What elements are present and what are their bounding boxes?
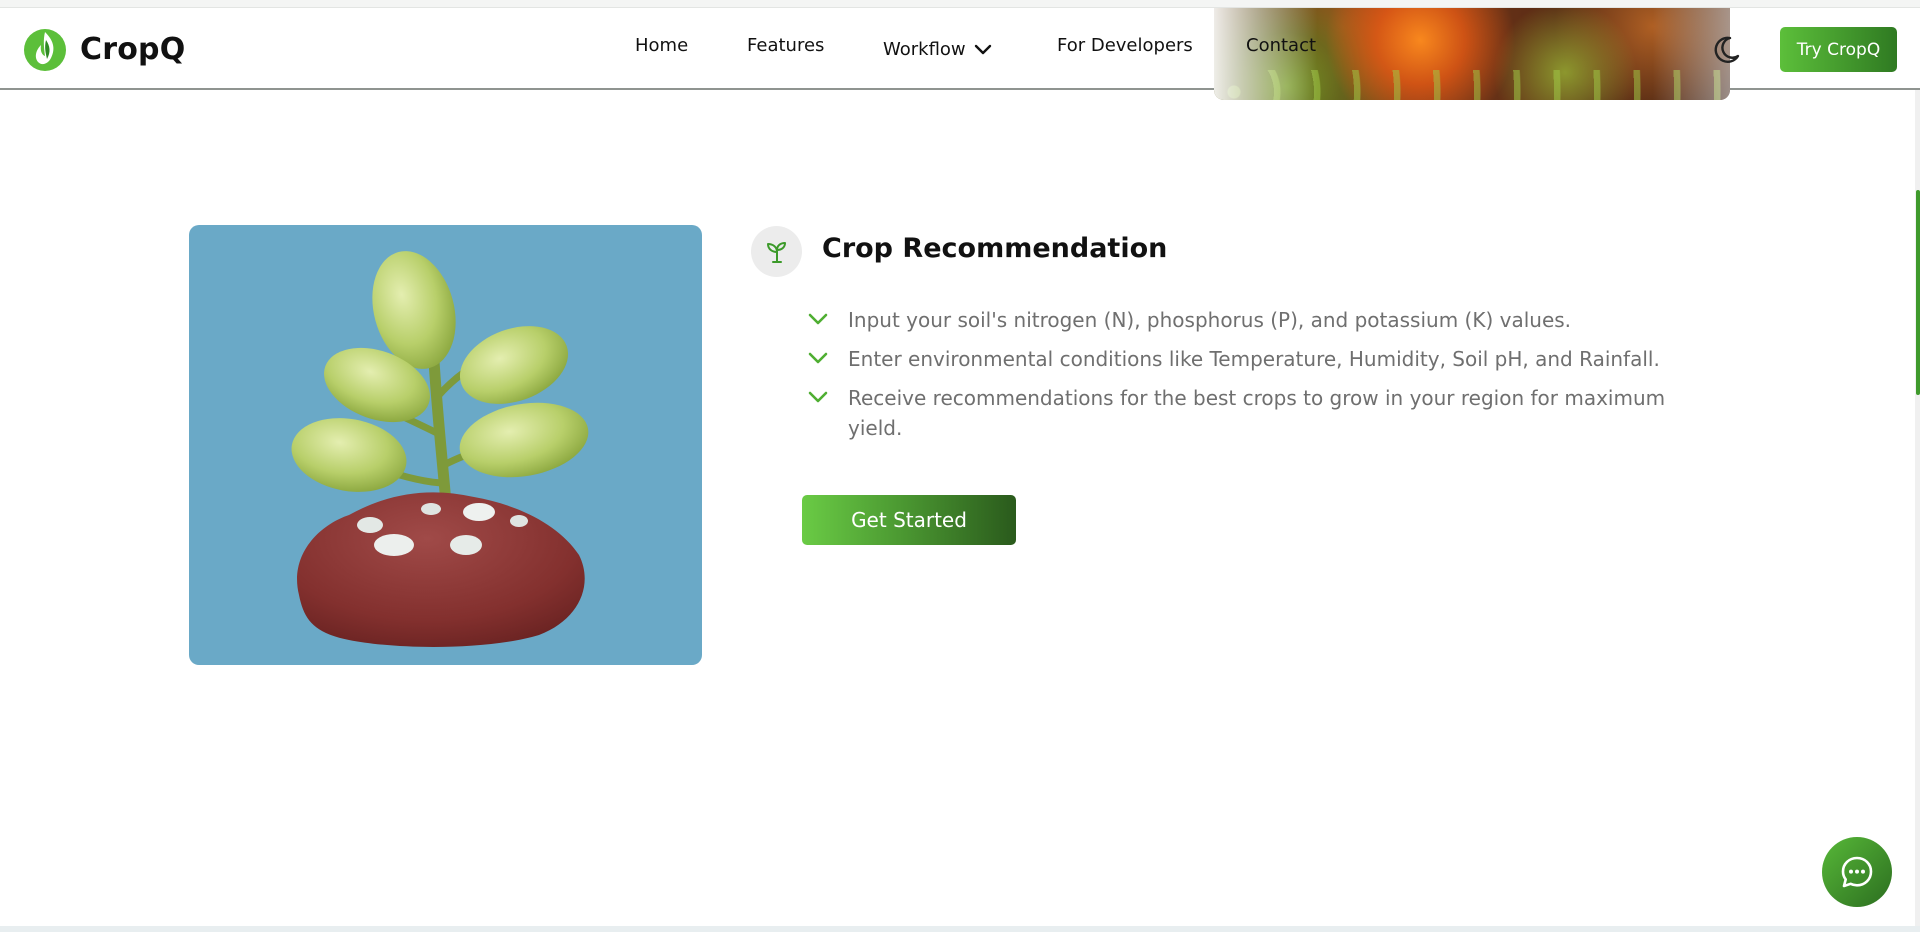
list-item: Enter environmental conditions like Temp… — [807, 344, 1667, 374]
list-item: Receive recommendations for the best cro… — [807, 383, 1667, 443]
check-icon — [808, 313, 828, 325]
bullet-text: Receive recommendations for the best cro… — [848, 386, 1666, 440]
plant-in-soil-illustration — [291, 251, 589, 647]
chat-bubble-icon — [1841, 856, 1873, 888]
bullet-text: Enter environmental conditions like Temp… — [848, 347, 1660, 371]
nav-contact[interactable]: Contact — [1246, 35, 1316, 56]
list-item: Input your soil's nitrogen (N), phosphor… — [807, 305, 1667, 335]
browser-top-strip — [0, 0, 1920, 8]
bullet-text: Input your soil's nitrogen (N), phosphor… — [848, 308, 1572, 332]
moon-icon[interactable] — [1710, 34, 1742, 66]
scrollbar-thumb[interactable] — [1916, 190, 1920, 395]
nav-workflow[interactable]: Workflow — [883, 38, 994, 60]
feature-icon-badge — [751, 226, 802, 277]
check-icon — [808, 391, 828, 403]
feature-bullet-list: Input your soil's nitrogen (N), phosphor… — [807, 305, 1667, 452]
try-cropq-button[interactable]: Try CropQ — [1780, 27, 1897, 72]
navbar: CropQ Home Features Workflow For Develop… — [0, 8, 1920, 100]
nav-workflow-label: Workflow — [883, 38, 966, 60]
nav-features[interactable]: Features — [747, 35, 824, 56]
get-started-button[interactable]: Get Started — [802, 495, 1016, 545]
sprout-icon — [766, 241, 786, 263]
chevron-down-icon — [974, 44, 991, 55]
check-icon — [808, 352, 828, 364]
nav-home[interactable]: Home — [635, 35, 688, 56]
crop-illustration — [189, 225, 702, 665]
nav-for-developers[interactable]: For Developers — [1057, 35, 1193, 56]
feature-title: Crop Recommendation — [822, 233, 1168, 264]
main-nav: Home Features Workflow For Developers Co… — [0, 8, 1920, 90]
chat-button[interactable] — [1822, 837, 1892, 907]
page-bottom-edge — [0, 926, 1920, 932]
